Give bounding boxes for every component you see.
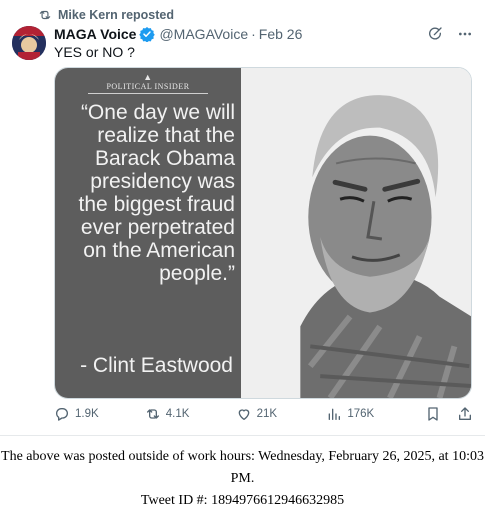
separator-dot: · — [251, 26, 256, 42]
portrait-photo — [241, 68, 471, 398]
tweet-media-image[interactable]: ▲ POLITICAL INSIDER “One day we will rea… — [54, 67, 472, 399]
tweet-id: Tweet ID #: 1894976612946632985 — [140, 493, 345, 508]
verified-badge-icon[interactable] — [139, 26, 156, 42]
political-insider-logo: ▲ POLITICAL INSIDER — [55, 72, 241, 94]
quote-panel: ▲ POLITICAL INSIDER “One day we will rea… — [55, 68, 241, 398]
share-icon[interactable] — [457, 406, 473, 422]
posting-footer: The above was posted outside of work hou… — [0, 446, 485, 512]
tweet-card[interactable]: Mike Kern reposted MAGA Voice @MAGAVoice… — [0, 0, 485, 436]
display-name[interactable]: MAGA Voice — [54, 26, 136, 42]
tweet-actions: 1.9K 4.1K 21K 176K — [54, 404, 473, 424]
bookmark-icon[interactable] — [425, 406, 441, 422]
views-button[interactable]: 176K — [326, 406, 425, 422]
repost-icon — [39, 10, 51, 20]
analytics-icon — [329, 408, 341, 420]
retweet-icon — [146, 409, 159, 419]
heart-icon — [238, 409, 249, 420]
avatar-image — [12, 26, 46, 60]
repost-label: Mike Kern reposted — [58, 8, 175, 22]
view-count: 176K — [347, 408, 375, 420]
avatar[interactable] — [12, 26, 46, 60]
reply-button[interactable]: 1.9K — [54, 406, 145, 422]
quote-text: “One day we will realize that the Barack… — [78, 101, 235, 285]
grok-icon[interactable] — [427, 26, 443, 42]
repost-indicator[interactable]: Mike Kern reposted — [38, 7, 174, 23]
more-options-icon[interactable] — [457, 26, 473, 42]
reply-count: 1.9K — [75, 408, 99, 420]
reply-icon — [56, 408, 68, 421]
handle[interactable]: @MAGAVoice — [159, 26, 248, 42]
tweet-text: YES or NO ? — [54, 44, 135, 60]
repost-count: 4.1K — [165, 408, 190, 420]
like-count: 21K — [256, 408, 278, 420]
quote-attribution: - Clint Eastwood — [80, 354, 233, 377]
tweet-header: MAGA Voice @MAGAVoice · Feb 26 — [54, 24, 473, 44]
posting-time-note: The above was posted outside of work hou… — [1, 449, 484, 486]
post-date[interactable]: Feb 26 — [259, 26, 303, 42]
repost-button[interactable]: 4.1K — [145, 406, 236, 422]
like-button[interactable]: 21K — [236, 406, 327, 422]
